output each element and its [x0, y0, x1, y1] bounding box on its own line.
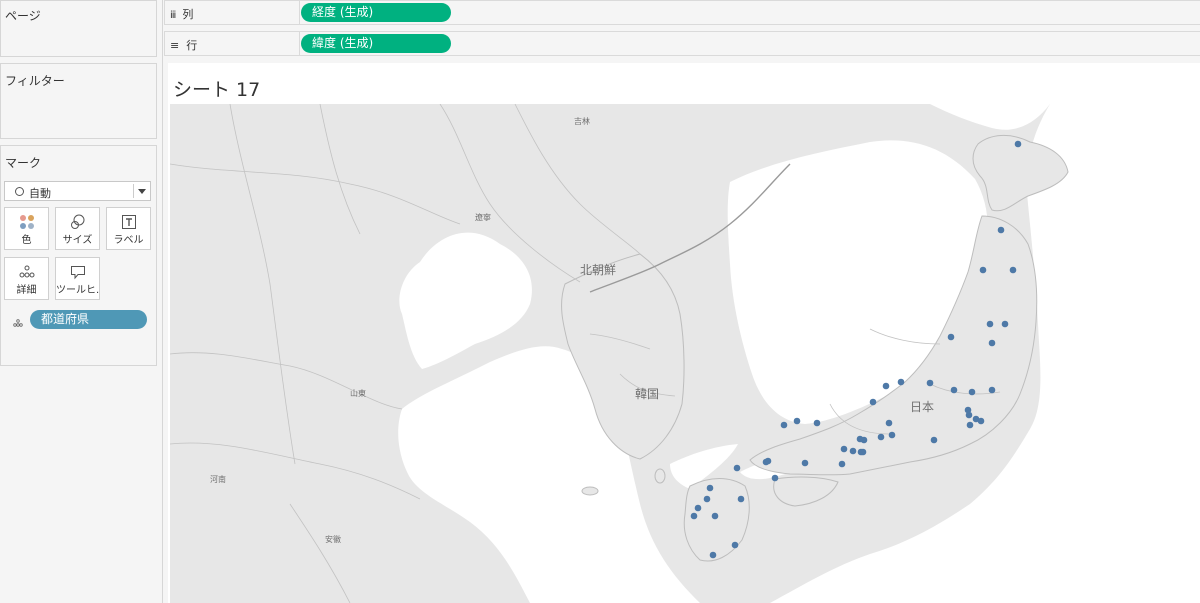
prefecture-mark[interactable] [965, 411, 973, 419]
tooltip-button[interactable]: ツールヒ... [55, 257, 100, 300]
longitude-pill-label: 経度 (生成) [312, 5, 374, 19]
color-icon [5, 214, 48, 230]
detail-icon [5, 264, 48, 280]
map-label-south-korea: 韓国 [635, 387, 659, 401]
prefecture-mark[interactable] [690, 512, 698, 520]
prefecture-mark[interactable] [977, 417, 985, 425]
latitude-pill-label: 緯度 (生成) [312, 36, 374, 50]
prefecture-mark[interactable] [930, 436, 938, 444]
prefecture-mark[interactable] [979, 266, 987, 274]
tooltip-button-label: ツールヒ... [56, 285, 99, 296]
pages-card-title: ページ [5, 9, 41, 23]
detail-small-icon [13, 319, 23, 327]
map-label-shandong: 山東 [350, 388, 366, 398]
dropdown-divider [133, 184, 134, 198]
prefecture-mark[interactable] [950, 386, 958, 394]
prefecture-mark[interactable] [793, 417, 801, 425]
prefecture-mark[interactable] [877, 433, 885, 441]
prefecture-mark[interactable] [966, 421, 974, 429]
prefecture-mark[interactable] [1009, 266, 1017, 274]
detail-field-pill[interactable]: 都道府県 [30, 310, 147, 329]
detail-button-label: 詳細 [16, 285, 37, 296]
prefecture-mark[interactable] [780, 421, 788, 429]
map-view[interactable]: 吉林 遼寧 北朝鮮 韓国 日本 山東 河南 安徽 [170, 104, 1200, 603]
marks-card-title: マーク [5, 156, 42, 170]
prefecture-mark[interactable] [706, 484, 714, 492]
prefecture-mark[interactable] [764, 457, 772, 465]
filters-card-title: フィルター [5, 74, 65, 88]
prefecture-mark[interactable] [882, 382, 890, 390]
prefecture-mark[interactable] [840, 445, 848, 453]
sheet-title[interactable]: シート 17 [173, 75, 260, 102]
rows-icon: ≡ [170, 39, 180, 52]
rows-label-text: 行 [186, 39, 198, 52]
prefecture-mark[interactable] [813, 419, 821, 427]
size-icon [56, 214, 99, 230]
prefecture-mark[interactable] [849, 447, 857, 455]
mark-type-value: 自動 [29, 187, 51, 200]
label-button[interactable]: ラベル [106, 207, 151, 250]
tooltip-icon [56, 264, 99, 280]
rows-shelf[interactable]: ≡ 行 緯度 (生成) [164, 31, 1200, 56]
prefecture-mark[interactable] [731, 541, 739, 549]
detail-field-label: 都道府県 [41, 312, 90, 326]
prefecture-mark[interactable] [988, 386, 996, 394]
marks-card: マーク 自動 色 サイズ ラベル 詳細 ツールヒ... [0, 145, 157, 366]
prefecture-mark[interactable] [737, 495, 745, 503]
shelf-divider [299, 1, 300, 25]
prefecture-mark[interactable] [885, 419, 893, 427]
columns-icon: iii [170, 10, 176, 21]
rows-shelf-label: ≡ 行 [170, 37, 197, 53]
prefecture-mark[interactable] [1014, 140, 1022, 148]
prefecture-mark[interactable] [986, 320, 994, 328]
prefecture-mark[interactable] [838, 460, 846, 468]
map-label-henan: 河南 [210, 474, 226, 484]
columns-label-text: 列 [182, 8, 194, 21]
prefecture-mark[interactable] [988, 339, 996, 347]
color-button-label: 色 [21, 235, 32, 246]
size-button[interactable]: サイズ [55, 207, 100, 250]
longitude-pill[interactable]: 経度 (生成) [301, 3, 451, 22]
prefecture-mark[interactable] [703, 495, 711, 503]
prefecture-mark[interactable] [860, 436, 868, 444]
prefecture-mark[interactable] [997, 226, 1005, 234]
columns-shelf[interactable]: iii 列 経度 (生成) [164, 0, 1200, 25]
map-label-anhui: 安徽 [325, 534, 341, 544]
size-button-label: サイズ [62, 235, 93, 246]
mark-type-dropdown[interactable]: 自動 [4, 181, 151, 201]
label-button-label: ラベル [113, 235, 144, 246]
label-icon [107, 214, 150, 230]
chevron-down-icon [138, 189, 146, 194]
prefecture-mark[interactable] [709, 551, 717, 559]
prefecture-mark[interactable] [771, 474, 779, 482]
prefecture-mark[interactable] [711, 512, 719, 520]
color-button[interactable]: 色 [4, 207, 49, 250]
prefecture-mark[interactable] [1001, 320, 1009, 328]
prefecture-mark[interactable] [859, 448, 867, 456]
prefecture-mark[interactable] [733, 464, 741, 472]
map-label-north-korea: 北朝鮮 [580, 263, 616, 277]
pane-separator[interactable] [162, 0, 163, 603]
prefecture-mark[interactable] [888, 431, 896, 439]
columns-shelf-label: iii 列 [170, 6, 193, 22]
prefecture-mark[interactable] [869, 398, 877, 406]
prefecture-mark[interactable] [947, 333, 955, 341]
filters-card[interactable]: フィルター [0, 63, 157, 139]
circle-icon [15, 187, 24, 196]
pages-card[interactable]: ページ [0, 0, 157, 57]
worksheet: シート 17 吉林 遼寧 北朝鮮 韓国 日本 山東 河南 安徽 [168, 63, 1200, 603]
detail-button[interactable]: 詳細 [4, 257, 49, 300]
shelf-divider [299, 32, 300, 56]
map-label-jilin: 吉林 [574, 116, 590, 126]
map-label-liaoning: 遼寧 [475, 212, 491, 222]
prefecture-mark[interactable] [801, 459, 809, 467]
prefecture-mark[interactable] [897, 378, 905, 386]
latitude-pill[interactable]: 緯度 (生成) [301, 34, 451, 53]
prefecture-mark[interactable] [968, 388, 976, 396]
map-label-japan: 日本 [910, 400, 934, 414]
prefecture-mark[interactable] [694, 504, 702, 512]
prefecture-mark[interactable] [926, 379, 934, 387]
